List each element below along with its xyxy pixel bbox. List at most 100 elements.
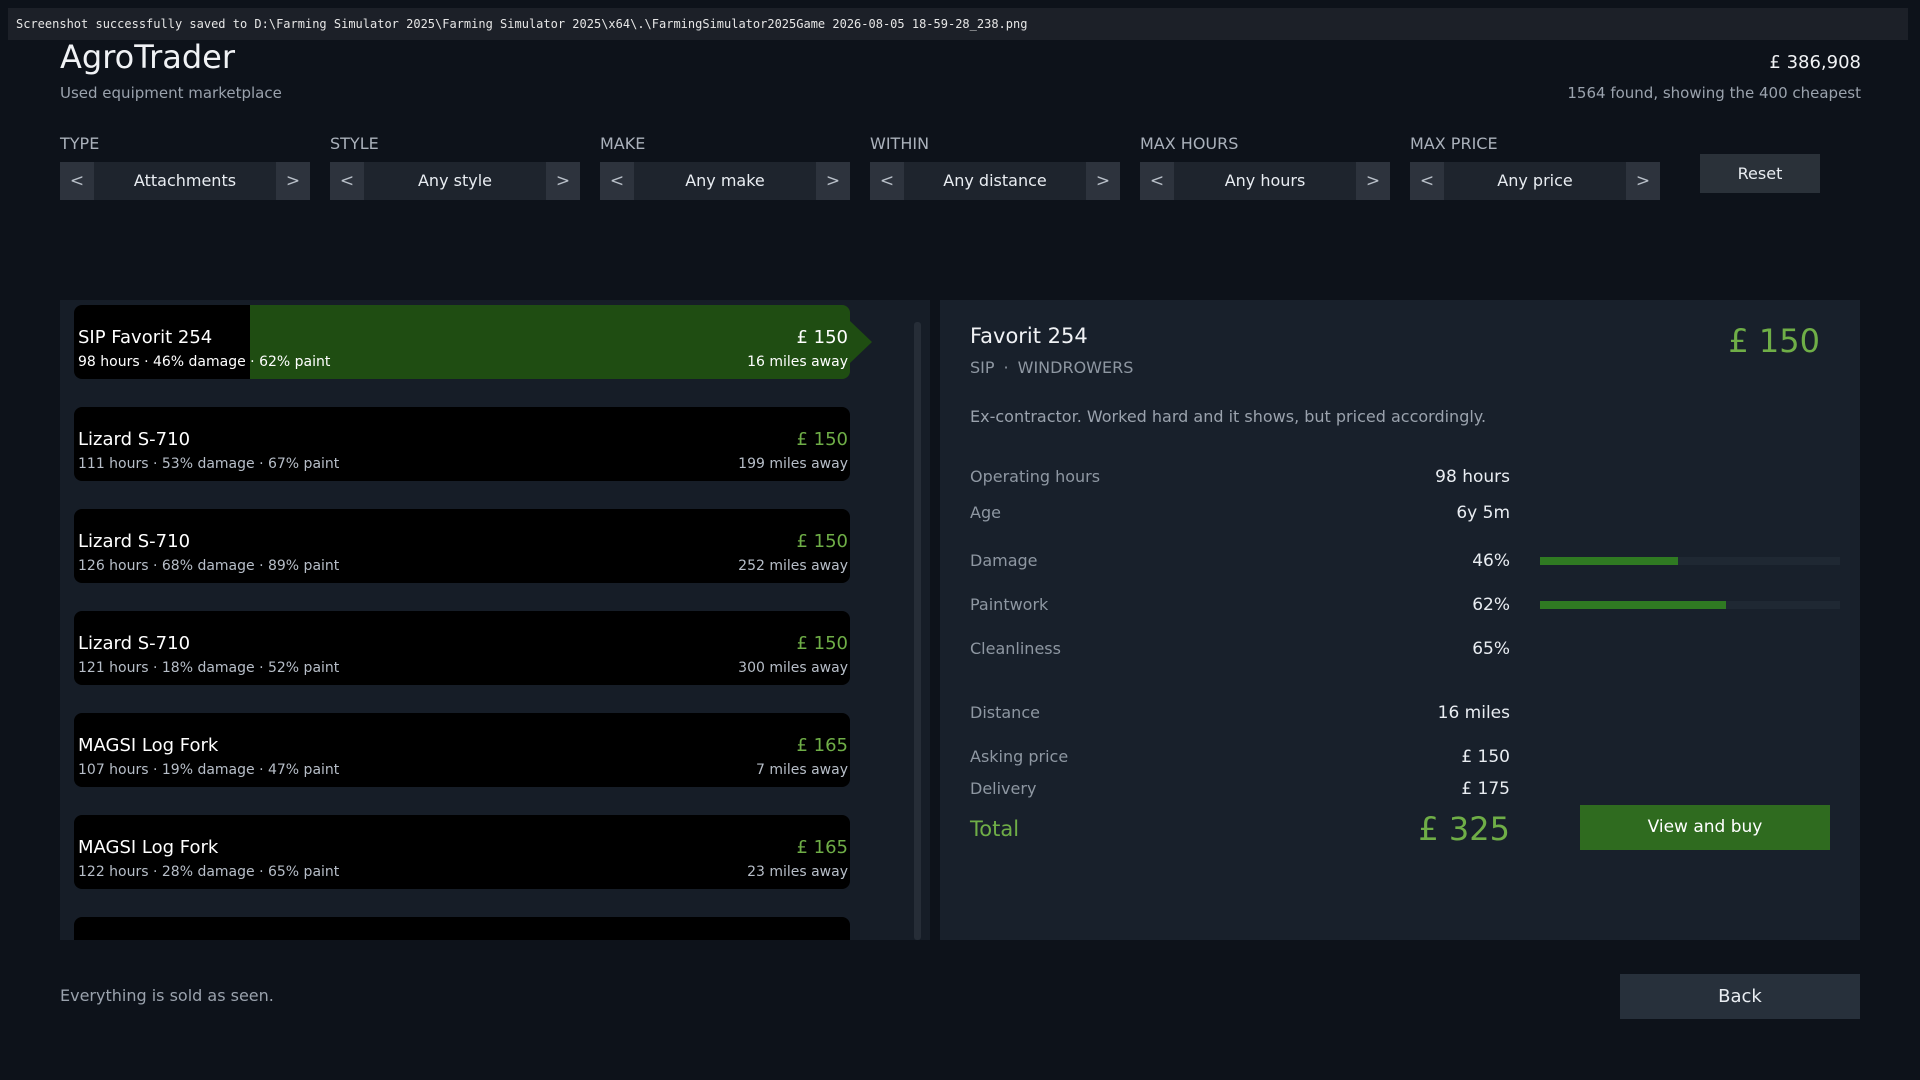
detail-panel: Favorit 254 SIP · WINDROWERS £ 150 Ex-cont… (940, 300, 1860, 940)
listing-name: Lizard S-710 (78, 531, 191, 552)
filter-within: WITHIN < Any distance > (870, 134, 1120, 200)
detail-brand: SIP (970, 358, 995, 377)
filter-max-price: MAX PRICE < Any price > (1410, 134, 1660, 200)
damage-bar (1540, 557, 1840, 565)
account-balance: £ 386,908 (1769, 52, 1861, 73)
filter-type: TYPE < Attachments > (60, 134, 310, 200)
damage-label: Damage (970, 551, 1038, 570)
filter-value[interactable]: Any make (634, 162, 816, 200)
listing-distance: 23 miles away (747, 864, 848, 880)
operating-hours-label: Operating hours (970, 467, 1101, 486)
listing-stats: 126 hours · 68% damage · 89% paint (78, 558, 340, 574)
listing-distance: 7 miles away (755, 762, 848, 778)
cleanliness-value: 65% (1472, 639, 1510, 659)
detail-category: WINDROWERS (1017, 358, 1134, 377)
results-count: 1564 found, showing the 400 cheapest (1567, 84, 1861, 102)
footer-note: Everything is sold as seen. (60, 986, 274, 1005)
delivery-label: Delivery (970, 779, 1037, 798)
listing-list: SIP Favorit 254 98 hours · 46% damage · … (60, 300, 930, 940)
filter-label: STYLE (330, 134, 379, 153)
listing-price: £ 150 (796, 633, 848, 654)
previous-arrow-icon[interactable]: < (600, 162, 634, 200)
filter-value[interactable]: Any price (1444, 162, 1626, 200)
filter-selector: < Any price > (1410, 162, 1660, 200)
listing-item[interactable] (74, 917, 850, 940)
asking-price-label: Asking price (970, 747, 1069, 766)
listing-item[interactable]: MAGSI Log Fork 107 hours · 19% damage · … (74, 713, 850, 787)
app-subtitle: Used equipment marketplace (60, 84, 282, 102)
listing-price: £ 150 (796, 327, 848, 348)
filter-label: MAX HOURS (1140, 134, 1239, 153)
delivery-value: £ 175 (1461, 779, 1510, 799)
reset-button[interactable]: Reset (1700, 154, 1820, 193)
listing-name: Lizard S-710 (78, 633, 191, 654)
filter-label: MAX PRICE (1410, 134, 1498, 153)
paintwork-value: 62% (1472, 595, 1510, 615)
age-label: Age (970, 503, 1001, 522)
detail-price: £ 150 (1728, 322, 1820, 360)
next-arrow-icon[interactable]: > (1356, 162, 1390, 200)
detail-description: Ex-contractor. Worked hard and it shows,… (970, 407, 1487, 426)
next-arrow-icon[interactable]: > (816, 162, 850, 200)
detail-name: Favorit 254 (970, 324, 1088, 348)
next-arrow-icon[interactable]: > (276, 162, 310, 200)
listing-price: £ 150 (796, 531, 848, 552)
listing-distance: 199 miles away (738, 456, 848, 472)
filter-max-hours: MAX HOURS < Any hours > (1140, 134, 1390, 200)
listing-item[interactable]: Lizard S-710 111 hours · 53% damage · 67… (74, 407, 850, 481)
listing-distance: 16 miles away (747, 354, 848, 370)
listing-stats: 98 hours · 46% damage · 62% paint (78, 354, 331, 370)
back-button[interactable]: Back (1620, 974, 1860, 1019)
filter-style: STYLE < Any style > (330, 134, 580, 200)
paintwork-bar (1540, 601, 1840, 609)
listing-stats: 107 hours · 19% damage · 47% paint (78, 762, 340, 778)
paintwork-label: Paintwork (970, 595, 1049, 614)
filter-selector: < Attachments > (60, 162, 310, 200)
screenshot-saved-toast: Screenshot successfully saved to D:\Farm… (8, 8, 1908, 40)
filter-selector: < Any make > (600, 162, 850, 200)
asking-price-value: £ 150 (1461, 747, 1510, 767)
listing-item-selected[interactable]: SIP Favorit 254 98 hours · 46% damage · … (74, 305, 872, 379)
previous-arrow-icon[interactable]: < (870, 162, 904, 200)
age-value: 6y 5m (1456, 503, 1510, 523)
filter-make: MAKE < Any make > (600, 134, 850, 200)
filter-value[interactable]: Attachments (94, 162, 276, 200)
listing-name: SIP Favorit 254 (78, 327, 213, 348)
listing-item[interactable]: Lizard S-710 121 hours · 18% damage · 52… (74, 611, 850, 685)
previous-arrow-icon[interactable]: < (60, 162, 94, 200)
next-arrow-icon[interactable]: > (546, 162, 580, 200)
listing-name: MAGSI Log Fork (78, 735, 219, 756)
listing-distance: 252 miles away (738, 558, 848, 574)
damage-value: 46% (1472, 551, 1510, 571)
listing-distance: 300 miles away (738, 660, 848, 676)
list-scrollbar[interactable] (914, 322, 921, 940)
filter-value[interactable]: Any style (364, 162, 546, 200)
operating-hours-value: 98 hours (1435, 467, 1510, 487)
listing-name: Lizard S-710 (78, 429, 191, 450)
listing-price: £ 165 (796, 735, 848, 756)
next-arrow-icon[interactable]: > (1626, 162, 1660, 200)
paintwork-bar-fill (1540, 601, 1726, 609)
previous-arrow-icon[interactable]: < (1410, 162, 1444, 200)
listing-price: £ 150 (796, 429, 848, 450)
detail-meta: SIP · WINDROWERS (970, 358, 1133, 377)
filter-selector: < Any style > (330, 162, 580, 200)
cleanliness-label: Cleanliness (970, 639, 1061, 658)
separator-dot: · (1003, 358, 1009, 377)
view-and-buy-button[interactable]: View and buy (1580, 805, 1830, 850)
filter-value[interactable]: Any hours (1174, 162, 1356, 200)
filter-label: WITHIN (870, 134, 930, 153)
total-label: Total (970, 817, 1020, 841)
listing-name: MAGSI Log Fork (78, 837, 219, 858)
listing-item[interactable]: Lizard S-710 126 hours · 68% damage · 89… (74, 509, 850, 583)
distance-label: Distance (970, 703, 1040, 722)
distance-value: 16 miles (1437, 703, 1510, 723)
damage-bar-fill (1540, 557, 1678, 565)
next-arrow-icon[interactable]: > (1086, 162, 1120, 200)
previous-arrow-icon[interactable]: < (1140, 162, 1174, 200)
previous-arrow-icon[interactable]: < (330, 162, 364, 200)
listing-price: £ 165 (796, 837, 848, 858)
listing-item[interactable]: MAGSI Log Fork 122 hours · 28% damage · … (74, 815, 850, 889)
total-value: £ 325 (1418, 810, 1510, 848)
filter-value[interactable]: Any distance (904, 162, 1086, 200)
